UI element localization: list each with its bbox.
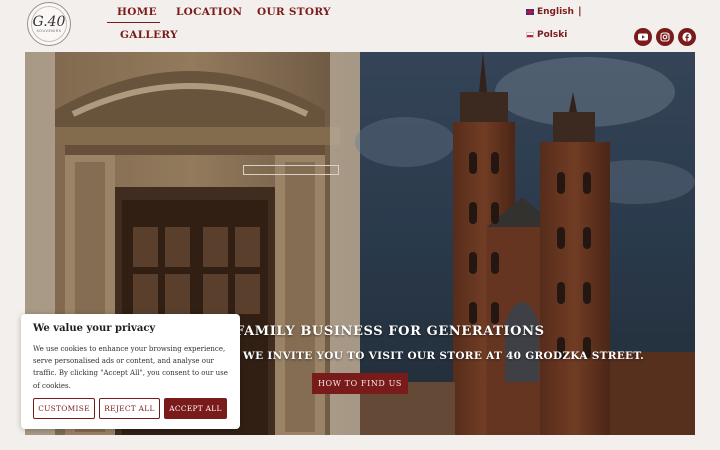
hero-subtitle: WE INVITE YOU TO VISIT OUR STORE AT 40 G…: [243, 350, 645, 362]
youtube-link[interactable]: [634, 28, 652, 46]
instagram-link[interactable]: [656, 28, 674, 46]
hero-title: FAMILY BUSINESS FOR GENERATIONS: [235, 324, 545, 339]
nav-home-underline: [107, 22, 160, 23]
nav-home[interactable]: HOME: [117, 6, 157, 18]
nav-location[interactable]: LOCATION: [176, 6, 242, 18]
nav-our-story[interactable]: OUR STORY: [257, 6, 331, 18]
logo-ring: [31, 6, 67, 42]
language-polski[interactable]: Polski: [526, 30, 567, 40]
facebook-icon: [682, 32, 692, 42]
nav-gallery[interactable]: GALLERY: [120, 29, 178, 41]
cookie-actions: CUSTOMISE REJECT ALL ACCEPT ALL: [33, 398, 227, 419]
poland-flag-icon: [526, 32, 534, 38]
reject-all-button[interactable]: REJECT ALL: [99, 398, 160, 419]
customise-button[interactable]: CUSTOMISE: [33, 398, 95, 419]
language-english-label: English: [537, 7, 574, 17]
uk-flag-icon: [526, 9, 534, 15]
how-to-find-us-button[interactable]: HOW TO FIND US: [312, 373, 408, 394]
language-separator: |: [578, 6, 582, 17]
broken-image-placeholder: [243, 165, 339, 175]
site-logo[interactable]: G.40 SOUVENIRS: [27, 2, 71, 46]
accept-all-button[interactable]: ACCEPT ALL: [164, 398, 227, 419]
cookie-text: We use cookies to enhance your browsing …: [33, 345, 228, 390]
facebook-link[interactable]: [678, 28, 696, 46]
language-english[interactable]: English: [526, 7, 574, 17]
youtube-icon: [638, 33, 648, 41]
instagram-icon: [660, 32, 670, 42]
cookie-title: We value your privacy: [33, 323, 156, 334]
cookie-consent-banner: We value your privacy We use cookies to …: [21, 314, 240, 429]
language-polski-label: Polski: [537, 30, 568, 40]
